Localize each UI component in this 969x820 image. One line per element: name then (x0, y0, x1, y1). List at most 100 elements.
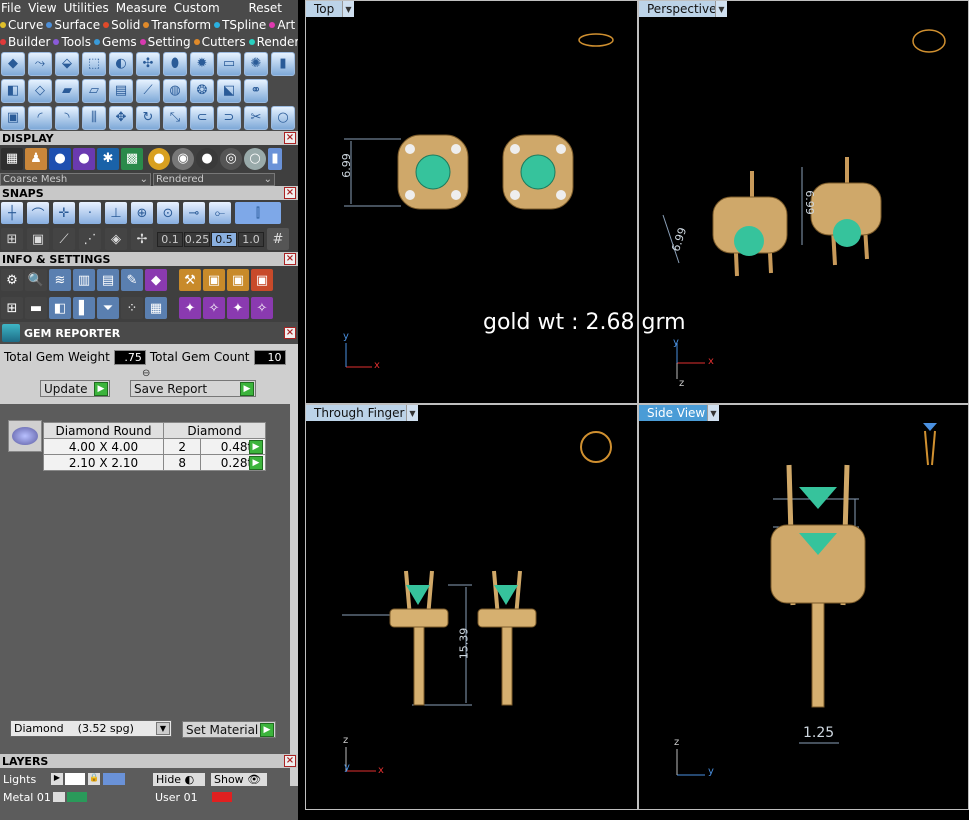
ring-tool-icon[interactable]: ▭ (217, 51, 241, 76)
search-icon[interactable]: 🔍 (25, 269, 47, 291)
tab-transform[interactable]: Transform (143, 18, 211, 32)
split-tool-icon[interactable]: ⊃ (217, 105, 241, 130)
color-swatch[interactable] (65, 773, 85, 785)
tab-surface[interactable]: Surface (46, 18, 100, 32)
cube-snap-icon[interactable]: ▣ (27, 228, 49, 250)
revolve-tool-icon[interactable]: ◐ (109, 51, 133, 76)
snap-end-icon[interactable]: ┼ (1, 202, 23, 224)
mirror-tool-icon[interactable]: ⫼ (82, 105, 106, 130)
show-button[interactable]: Show 👁 (211, 772, 267, 786)
snap-curve-icon[interactable]: ⌒ (27, 202, 49, 224)
tab-tspline[interactable]: TSpline (214, 18, 266, 32)
grid-display-icon[interactable]: ▩ (121, 147, 143, 170)
metal-material-icon[interactable]: ◎ (220, 147, 242, 170)
pattern-tool-icon[interactable]: ✣ (136, 51, 160, 76)
surface-tool-icon[interactable]: ◧ (1, 78, 25, 103)
twist-tool-icon[interactable]: ◍ (163, 78, 187, 103)
figure-icon[interactable]: ♟ (25, 147, 47, 170)
book-tool-icon[interactable]: ▤ (109, 78, 133, 103)
play-icon[interactable] (53, 792, 65, 802)
bezel-tool-icon[interactable]: ⚭ (244, 78, 268, 103)
scatter-icon[interactable]: ⁘ (121, 297, 143, 319)
table-row[interactable]: 2.10 X 2.10 8 0.28tw (43, 454, 266, 471)
cube-tool-icon[interactable]: ▣ (1, 105, 25, 130)
objects-icon[interactable]: ▥ (73, 269, 95, 291)
play-icon[interactable]: ▶ (51, 773, 63, 785)
extrude-tool-icon[interactable]: ⬚ (82, 51, 106, 76)
edit-icon[interactable]: ✎ (121, 269, 143, 291)
snap-perp-icon[interactable]: ⊥ (105, 202, 127, 224)
pin-snap-icon[interactable]: ✢ (131, 228, 153, 250)
line-snap-icon[interactable]: ⟋ (53, 228, 75, 250)
cut-tool-icon[interactable]: ✂ (244, 105, 268, 130)
filter-icon[interactable]: ⏷ (97, 297, 119, 319)
grid-snap-icon[interactable]: ⊞ (1, 228, 23, 250)
layers-stack-icon[interactable]: ≋ (49, 269, 71, 291)
snap-value-0-25[interactable]: 0.25 (184, 231, 210, 247)
menu-utilities[interactable]: Utilities (64, 1, 109, 15)
snap-point-icon[interactable]: · (79, 202, 101, 224)
snap-intersect-icon[interactable]: ✛ (53, 202, 75, 224)
brush-icon[interactable]: ⚒ (179, 269, 201, 291)
sweep-tool-icon[interactable]: ⤳ (28, 51, 52, 76)
row-play-icon[interactable]: ▶ (249, 440, 263, 454)
dark-material-icon[interactable]: ● (196, 147, 218, 170)
viewport-side[interactable]: Side View ▼ 1.25 y z (638, 404, 969, 810)
menu-view[interactable]: View (28, 1, 56, 15)
dash-snap-icon[interactable]: ⋰ (79, 228, 101, 250)
gem-cut-icon[interactable]: ⬮ (163, 51, 187, 76)
document-icon[interactable]: ▤ (97, 269, 119, 291)
snap-value-1-0[interactable]: 1.0 (238, 231, 264, 247)
cog-tool-icon[interactable]: ✺ (244, 51, 268, 76)
color-swatch[interactable] (211, 792, 232, 802)
snap-value-0-5[interactable]: 0.5 (211, 231, 237, 247)
diamond-tool-icon[interactable]: ◇ (28, 78, 52, 103)
gem-move-icon[interactable]: ✧ (203, 297, 225, 319)
material-select[interactable]: Diamond (3.52 spg) ▼ (10, 720, 172, 737)
render-mode-select[interactable]: Rendered ⌄ (153, 172, 275, 186)
circle-tool-icon[interactable]: ○ (271, 105, 295, 130)
lock-icon[interactable]: 🔒 (88, 773, 100, 785)
tab-tools[interactable]: Tools (53, 35, 91, 49)
close-icon[interactable]: × (284, 253, 296, 265)
window-x-icon[interactable]: ▣ (251, 269, 273, 291)
layer-metal[interactable]: Metal 01 User 01 (0, 790, 298, 804)
update-button[interactable]: Update ▶ (40, 380, 110, 397)
gem-rotate-icon[interactable]: ✦ (227, 297, 249, 319)
table-row[interactable]: 4.00 X 4.00 2 0.48tw (43, 438, 266, 455)
snap-circle-icon[interactable]: ⊙ (157, 202, 179, 224)
tab-curve[interactable]: Curve (0, 18, 43, 32)
box-icon[interactable]: ◆ (145, 269, 167, 291)
display-toggle-icon[interactable]: ▮ (268, 147, 282, 170)
snap-toggle-icon[interactable]: ⫿ (235, 202, 281, 224)
fillet-tool-icon[interactable]: ◝ (55, 105, 79, 130)
close-icon[interactable]: × (284, 132, 296, 144)
snap-value-0-1[interactable]: 0.1 (157, 231, 183, 247)
save-report-button[interactable]: Save Report ▶ (130, 380, 256, 397)
rotate-tool-icon[interactable]: ↻ (136, 105, 160, 130)
arc-tool-icon[interactable]: ◜ (28, 105, 52, 130)
sphere-textured-icon[interactable]: ✱ (97, 147, 119, 170)
layer-lights[interactable]: Lights ▶ 🔒 Hide ◐ Show 👁 (0, 770, 298, 788)
tiles-icon[interactable]: ⊞ (1, 297, 23, 319)
reset-button[interactable]: Reset (248, 1, 282, 15)
plane-tool-icon[interactable]: ▰ (55, 78, 79, 103)
color-swatch[interactable] (67, 792, 87, 802)
snap-mid-icon[interactable]: ⊸ (183, 202, 205, 224)
tab-render[interactable]: Render (248, 35, 298, 49)
splitter-handle[interactable]: ⊖ (142, 368, 154, 379)
close-icon[interactable]: × (284, 187, 296, 199)
tab-builder[interactable]: Builder (0, 35, 50, 49)
prong-tool-icon[interactable]: ⬕ (217, 78, 241, 103)
tab-solid[interactable]: Solid (103, 18, 140, 32)
grid-icon[interactable]: # (267, 228, 289, 250)
wireframe-icon[interactable]: ▦ (1, 147, 23, 170)
panel-toggle-icon[interactable]: ▮ (271, 51, 295, 76)
layer-toggle[interactable] (103, 773, 125, 785)
book-icon[interactable]: ▌ (73, 297, 95, 319)
snap-tangent-icon[interactable]: ⟜ (209, 202, 231, 224)
snap-center-icon[interactable]: ⊕ (131, 202, 153, 224)
tab-setting[interactable]: Setting (139, 35, 191, 49)
viewport-perspective[interactable]: Perspective ▼ 6.99 6.99 x y z (638, 0, 969, 404)
loft-tool-icon[interactable]: ⬙ (55, 51, 79, 76)
